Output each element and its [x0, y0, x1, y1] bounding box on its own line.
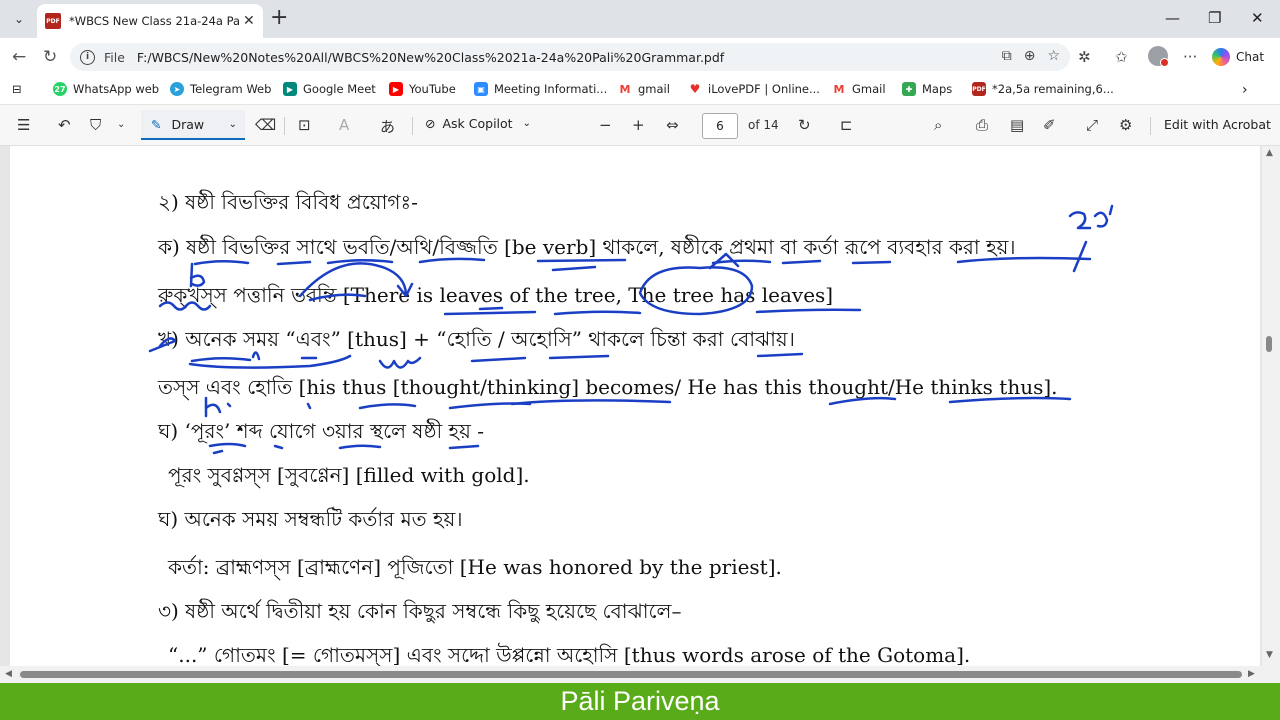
copilot-icon	[1212, 48, 1230, 66]
save-icon[interactable]: ▤	[1010, 116, 1024, 134]
eraser-icon[interactable]: ⌫	[255, 116, 276, 134]
print-icon[interactable]: ⎙	[976, 116, 988, 134]
zoom-icon: ▣	[474, 82, 488, 96]
page-total: of 14	[748, 118, 779, 132]
bookmark-ilovepdf[interactable]: ♥ iLovePDF | Online...	[688, 82, 820, 96]
navigation-bar: ← ↻ i File F:/WBCS/New%20Notes%20All/WBC…	[0, 38, 1280, 76]
zoom-icon[interactable]: ⊕	[1024, 48, 1036, 64]
refresh-icon[interactable]: ↻	[43, 47, 57, 67]
avatar[interactable]	[1148, 46, 1169, 67]
chevron-down-icon[interactable]: ⌄	[229, 119, 237, 130]
highlight-icon[interactable]: ⛉	[90, 116, 101, 134]
pen-icon: ✎	[151, 116, 162, 132]
save-as-icon[interactable]: ✐	[1043, 116, 1056, 134]
copilot-chat-button[interactable]: Chat	[1212, 46, 1264, 68]
bookmark-gmail[interactable]: Mgmail	[618, 82, 670, 96]
ilovepdf-icon: ♥	[688, 82, 702, 96]
meet-icon: ▶	[283, 82, 297, 96]
tab-actions-menu-button[interactable]: ⌄	[6, 6, 32, 32]
bookmark-gmail-2[interactable]: M Gmail	[832, 82, 886, 96]
chevron-down-icon[interactable]: ⌄	[117, 119, 125, 130]
bookmark-whatsapp[interactable]: 27 WhatsApp web	[53, 82, 159, 96]
zoom-out-icon[interactable]: −	[599, 116, 612, 134]
horizontal-scroll-thumb[interactable]	[20, 671, 1242, 678]
fit-width-icon[interactable]: ⇔	[666, 116, 679, 134]
search-icon[interactable]: ⌕	[934, 116, 942, 134]
extensions-icon[interactable]: ✲	[1078, 48, 1091, 66]
address-bar[interactable]: i File F:/WBCS/New%20Notes%20All/WBCS%20…	[70, 43, 1070, 71]
chevron-down-icon: ⌄	[522, 118, 531, 129]
pdf-toolbar: ☰ ↶ ⛉ ⌄ ✎ Draw ⌄ ⌫ ⊡ A あ ⊘ Ask Copilot ⌄…	[0, 105, 1280, 146]
restore-icon[interactable]: ❐	[1208, 9, 1221, 27]
bookmark-maps[interactable]: ✚ Maps	[902, 82, 952, 96]
tab-active[interactable]: PDF *WBCS New Class 21a-24a Pali Gra ✕	[37, 4, 263, 38]
vertical-scrollbar[interactable]	[1262, 146, 1280, 683]
telegram-icon: ➤	[170, 82, 184, 96]
channel-banner: Pāli Pariveṇa	[0, 683, 1280, 720]
chat-label: Chat	[1236, 50, 1265, 64]
settings-gear-icon[interactable]: ⚙	[1119, 116, 1132, 134]
zoom-in-icon[interactable]: +	[632, 116, 645, 134]
tab-strip: ⌄ PDF *WBCS New Class 21a-24a Pali Gra ✕…	[0, 0, 1280, 38]
read-aloud-icon[interactable]: あ	[380, 116, 395, 137]
edit-with-acrobat-button[interactable]: Edit with Acrobat	[1164, 117, 1271, 132]
window-close-icon[interactable]: ✕	[1251, 9, 1264, 27]
chevron-right-icon[interactable]: ›	[1242, 82, 1248, 98]
maps-icon: ✚	[902, 82, 916, 96]
close-icon[interactable]: ✕	[243, 13, 255, 29]
scheme-label: File	[104, 49, 125, 65]
pdf-viewer[interactable]: ২) ষষ্ঠী বিভক্তির বিবিধ প্রয়োগঃ- ক) ষষ্…	[0, 146, 1280, 683]
gmail-icon: M	[832, 82, 846, 96]
youtube-icon: ▶	[389, 82, 403, 96]
translate-icon[interactable]: ⧉	[1002, 48, 1012, 64]
favorites-icon[interactable]: ✩	[1115, 48, 1128, 66]
collections-icon[interactable]: ⊟	[12, 82, 22, 96]
ink-annotations	[148, 204, 1114, 455]
scroll-right-icon[interactable]: ▶	[1248, 669, 1255, 679]
scroll-up-icon[interactable]: ▲	[1266, 148, 1273, 158]
bookmark-meeting-info[interactable]: ▣ Meeting Informati...	[474, 82, 607, 96]
draw-label: Draw	[171, 116, 205, 132]
pdf-icon: PDF	[972, 82, 986, 96]
more-menu-icon[interactable]: ···	[1183, 48, 1197, 66]
pdf-icon: PDF	[45, 13, 61, 29]
favorite-star-icon[interactable]: ☆	[1047, 48, 1060, 64]
scroll-down-icon[interactable]: ▼	[1266, 650, 1273, 660]
pdf-page: ২) ষষ্ঠী বিভক্তির বিবিধ প্রয়োগঃ- ক) ষষ্…	[10, 146, 1260, 666]
vertical-scroll-thumb[interactable]	[1266, 336, 1272, 352]
contents-icon[interactable]: ☰	[17, 116, 30, 134]
ask-copilot-button[interactable]: ⊘ Ask Copilot ⌄	[425, 116, 531, 131]
minimize-icon[interactable]: —	[1165, 9, 1180, 27]
bookmarks-bar: ⊟ 27 WhatsApp web ➤ Telegram Web ▶ Google M…	[0, 76, 1280, 105]
page-view-icon[interactable]: ⊏	[840, 116, 853, 134]
url-text[interactable]: F:/WBCS/New%20Notes%20All/WBCS%20New%20C…	[137, 50, 724, 65]
fullscreen-icon[interactable]: ⤢	[1086, 116, 1098, 134]
bookmark-google-meet[interactable]: ▶ Google Meet	[283, 82, 376, 96]
new-tab-button[interactable]: +	[270, 7, 288, 29]
rotate-icon[interactable]: ↻	[798, 116, 811, 134]
page-number-input[interactable]: 6	[702, 113, 738, 139]
tab-title: *WBCS New Class 21a-24a Pali Gra	[69, 14, 239, 28]
whatsapp-icon: 27	[53, 82, 67, 96]
bookmark-pdf-file[interactable]: PDF *2a,5a remaining,6...	[972, 82, 1114, 96]
copilot-icon: ⊘	[425, 116, 436, 131]
bookmark-telegram[interactable]: ➤ Telegram Web	[170, 82, 271, 96]
info-icon[interactable]: i	[80, 49, 95, 65]
draw-button[interactable]: ✎ Draw ⌄	[141, 110, 245, 140]
gmail-icon: M	[618, 82, 632, 96]
bookmark-youtube[interactable]: ▶ YouTube	[389, 82, 456, 96]
back-arrow-icon[interactable]: ←	[12, 47, 26, 67]
undo-icon[interactable]: ↶	[58, 116, 71, 134]
text-format-icon: A	[339, 116, 350, 134]
text-box-icon[interactable]: ⊡	[298, 116, 311, 134]
scroll-left-icon[interactable]: ◀	[5, 669, 12, 679]
